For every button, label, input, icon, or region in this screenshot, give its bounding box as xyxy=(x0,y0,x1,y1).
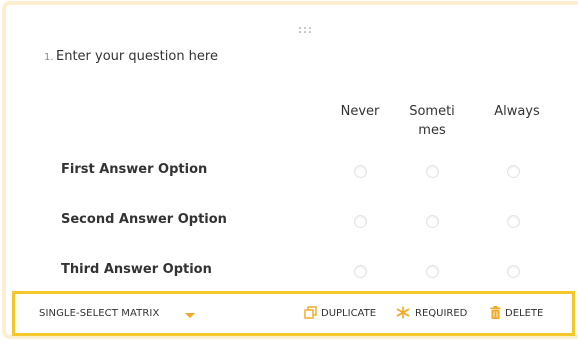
radio-third-always[interactable] xyxy=(507,265,520,278)
radio-second-never[interactable] xyxy=(354,215,367,228)
question-text[interactable]: Enter your question here xyxy=(56,49,218,64)
row-label-second: Second Answer Option xyxy=(61,212,227,227)
asterisk-icon[interactable] xyxy=(396,306,410,319)
column-header-never: Never xyxy=(340,104,380,119)
question-type-dropdown[interactable]: SINGLE-SELECT MATRIX xyxy=(39,308,159,319)
radio-third-sometimes[interactable] xyxy=(426,265,439,278)
row-label-third: Third Answer Option xyxy=(61,262,212,277)
caret-down-icon[interactable] xyxy=(185,313,195,318)
question-number: 1. xyxy=(44,52,54,63)
radio-second-sometimes[interactable] xyxy=(426,215,439,228)
required-button[interactable]: REQUIRED xyxy=(415,308,467,319)
radio-first-always[interactable] xyxy=(507,165,520,178)
delete-button[interactable]: DELETE xyxy=(505,308,543,319)
question-card[interactable]: 1. Enter your question here Never Someti… xyxy=(2,1,578,339)
question-toolbar: SINGLE-SELECT MATRIX DUPLICATE REQUIRED … xyxy=(12,291,575,336)
radio-second-always[interactable] xyxy=(507,215,520,228)
duplicate-button[interactable]: DUPLICATE xyxy=(321,308,376,319)
trash-icon[interactable] xyxy=(490,306,501,319)
column-header-always: Always xyxy=(494,104,540,119)
column-header-sometimes: Sometimes xyxy=(409,104,455,138)
radio-first-sometimes[interactable] xyxy=(426,165,439,178)
duplicate-icon[interactable] xyxy=(304,306,317,319)
row-label-first: First Answer Option xyxy=(61,162,208,177)
radio-third-never[interactable] xyxy=(354,265,367,278)
drag-handle-icon[interactable] xyxy=(299,27,313,35)
radio-first-never[interactable] xyxy=(354,165,367,178)
